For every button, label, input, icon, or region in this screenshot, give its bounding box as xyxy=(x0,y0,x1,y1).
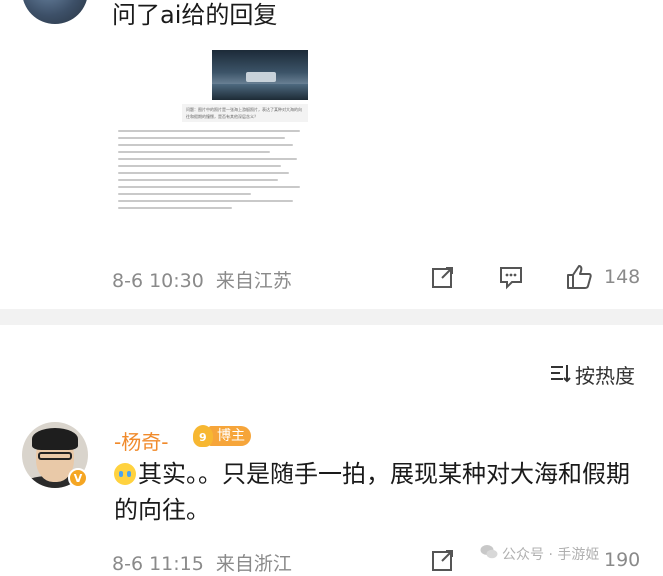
comment-time: 8-6 10:30 来自江苏 xyxy=(112,270,292,292)
sort-by-hot-button[interactable]: 按热度 xyxy=(549,360,635,389)
reply-icon[interactable] xyxy=(496,262,526,292)
share-icon[interactable] xyxy=(428,262,458,292)
like-count: 190 xyxy=(604,549,641,571)
sort-label: 按热度 xyxy=(575,364,635,388)
section-divider xyxy=(0,309,663,325)
crying-emoji-icon xyxy=(114,463,136,485)
comment-meta-row: 8-6 10:30 来自江苏 148 xyxy=(112,262,652,292)
comment-text: 其实。。只是随手一拍，展现某种对大海和假期的向往。 xyxy=(114,460,630,524)
blogger-tag: 博主 xyxy=(209,426,251,446)
share-icon[interactable] xyxy=(428,545,458,575)
sort-icon xyxy=(549,362,571,388)
medal-icon: 9 xyxy=(193,425,213,447)
comment-text: 问了ai给的回复 xyxy=(112,1,278,29)
wechat-icon xyxy=(480,544,498,564)
comment-attached-image[interactable]: 问题：图片中的照片是一张海上游艇照片，表达了某种对大海的向往和假期的憧憬，是否有… xyxy=(112,40,310,228)
photo-thumbnail xyxy=(212,50,308,100)
comment-time: 8-6 11:15 来自浙江 xyxy=(112,553,292,575)
image-caption-text: 问题：图片中的照片是一张海上游艇照片，表达了某种对大海的向往和假期的憧憬，是否有… xyxy=(182,104,308,122)
watermark: 公众号 · 手游姬 xyxy=(480,544,599,564)
image-text-lines xyxy=(118,130,308,214)
username[interactable]: -杨奇- xyxy=(114,426,168,455)
like-icon[interactable] xyxy=(564,262,594,292)
avatar[interactable] xyxy=(22,0,88,24)
blogger-badge[interactable]: 9 博主 xyxy=(193,424,251,448)
verified-badge-icon: V xyxy=(68,468,88,488)
like-count: 148 xyxy=(604,266,641,288)
